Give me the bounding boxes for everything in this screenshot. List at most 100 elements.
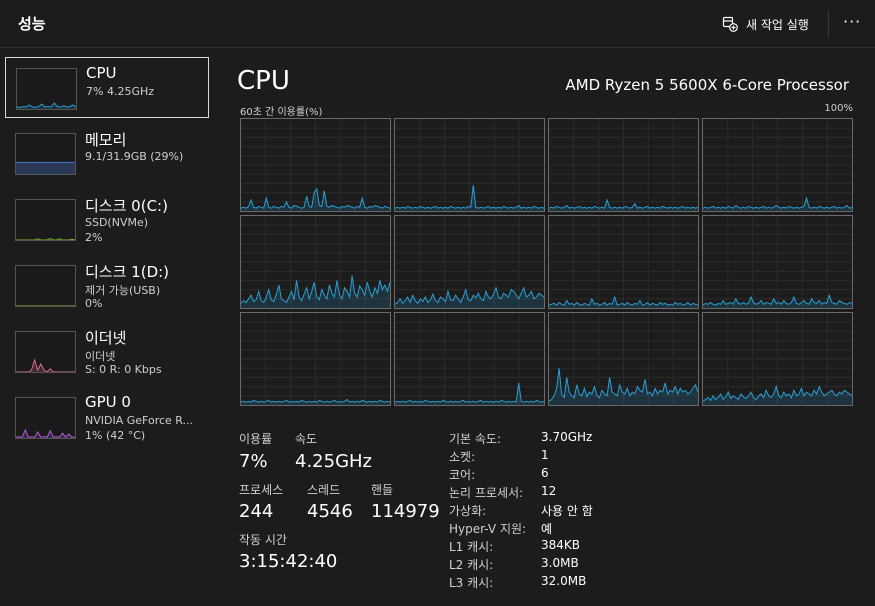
core-graph-6	[548, 215, 699, 309]
spec-label: 논리 프로세서:	[449, 486, 524, 500]
sidebar-item-cpu[interactable]: CPU 7% 4.25GHz	[5, 57, 209, 118]
processes-value: 244	[239, 501, 274, 522]
sidebar-item-memory[interactable]: 메모리 9.1/31.9GB (29%)	[5, 123, 209, 184]
spec-value: 1	[541, 448, 549, 462]
core-graph-svg	[549, 119, 698, 211]
spec-value: 384KB	[541, 538, 581, 552]
run-new-task-label: 새 작업 실행	[746, 17, 809, 32]
spec-value: 예	[541, 522, 553, 536]
title-bar: 성능 새 작업 실행 ···	[0, 0, 875, 48]
spec-label: 기본 속도:	[449, 432, 502, 446]
disk1-thumbnail-graph	[15, 265, 76, 307]
sidebar-item-value: S: 0 R: 0 Kbps	[85, 363, 162, 376]
usage-value: 7%	[239, 451, 268, 472]
uptime-value: 3:15:42:40	[239, 551, 338, 572]
processor-name: AMD Ryzen 5 5600X 6-Core Processor	[565, 76, 849, 94]
sidebar-spark	[16, 305, 75, 306]
sidebar-spark	[16, 428, 75, 438]
sidebar-item-value: 2%	[85, 231, 103, 244]
spec-label: 가상화:	[449, 504, 487, 518]
memory-thumbnail-graph	[15, 133, 76, 175]
core-graph-9	[394, 312, 545, 406]
spec-value: 사용 안 함	[541, 504, 593, 518]
uptime-label: 작동 시간	[239, 533, 287, 547]
core-graph-4	[240, 215, 391, 309]
core-graph-10	[548, 312, 699, 406]
new-task-icon	[722, 16, 738, 32]
gpu-thumbnail-graph	[15, 397, 76, 439]
core-graph-5	[394, 215, 545, 309]
sidebar-item-disk-0[interactable]: 디스크 0(C:) SSD(NVMe) 2%	[5, 189, 209, 250]
sidebar-item-name: 디스크 1(D:)	[85, 263, 170, 281]
graph-max-label: 100%	[824, 103, 853, 114]
threads-label: 스레드	[307, 483, 341, 497]
sidebar-spark	[16, 358, 75, 372]
sidebar: CPU 7% 4.25GHz 메모리 9.1/31.9GB (29%) 디스크 …	[0, 48, 214, 606]
sidebar-item-detail: 9.1/31.9GB (29%)	[85, 150, 184, 163]
threads-value: 4546	[307, 501, 353, 522]
usage-label: 이용률	[239, 432, 273, 446]
graph-label: 60초 간 이용률(%)	[240, 107, 323, 118]
speed-label: 속도	[295, 432, 318, 446]
run-new-task-button[interactable]: 새 작업 실행	[722, 13, 809, 35]
sidebar-item-value: 1% (42 °C)	[85, 429, 146, 442]
handles-label: 핸들	[371, 483, 394, 497]
core-graph-7	[702, 215, 853, 309]
sidebar-item-name: GPU 0	[85, 393, 131, 411]
sidebar-item-detail: 이더넷	[85, 350, 116, 363]
core-graph-svg	[395, 119, 544, 211]
sidebar-spark-line	[16, 358, 75, 372]
sidebar-item-name: 디스크 0(C:)	[85, 197, 168, 215]
core-graph-svg	[241, 119, 390, 211]
core-graph-svg	[703, 313, 852, 405]
core-graph-3	[702, 118, 853, 212]
ethernet-thumbnail-graph	[15, 331, 76, 373]
sidebar-item-gpu-0[interactable]: GPU 0 NVIDIA GeForce R... 1% (42 °C)	[5, 387, 209, 448]
core-graph-8	[240, 312, 391, 406]
sidebar-spark	[16, 237, 75, 240]
more-options-icon[interactable]: ···	[843, 12, 861, 31]
sidebar-item-detail: SSD(NVMe)	[85, 216, 149, 229]
core-graph-svg	[241, 313, 390, 405]
sidebar-item-detail: NVIDIA GeForce R...	[85, 414, 194, 427]
sidebar-item-detail: 7% 4.25GHz	[86, 85, 155, 98]
sidebar-spark	[16, 161, 75, 174]
core-graph-svg	[549, 313, 698, 405]
sidebar-spark-line	[16, 237, 75, 240]
spec-value: 6	[541, 466, 549, 480]
core-graph-0	[240, 118, 391, 212]
sidebar-spark	[17, 102, 76, 109]
core-graph-1	[394, 118, 545, 212]
section-title: CPU	[237, 66, 290, 96]
sidebar-item-ethernet[interactable]: 이더넷 이더넷 S: 0 R: 0 Kbps	[5, 321, 209, 382]
sidebar-item-value: 0%	[85, 297, 103, 310]
sidebar-spark-fill	[16, 162, 75, 174]
processes-label: 프로세스	[239, 483, 284, 497]
sidebar-spark-area	[17, 103, 76, 109]
core-graph-11	[702, 312, 853, 406]
page-title: 성능	[18, 15, 46, 33]
core-graph-svg	[395, 216, 544, 308]
sidebar-spark-area	[16, 360, 75, 372]
sidebar-item-detail: 제거 가능(USB)	[85, 284, 161, 297]
core-graph-svg	[241, 216, 390, 308]
core-graph-svg	[703, 119, 852, 211]
spec-label: 코어:	[449, 468, 476, 482]
sidebar-item-name: CPU	[86, 64, 117, 82]
spec-value: 12	[541, 484, 557, 498]
core-graph-2	[548, 118, 699, 212]
sidebar-item-name: 이더넷	[85, 329, 127, 347]
handles-value: 114979	[371, 501, 440, 522]
sidebar-item-disk-1[interactable]: 디스크 1(D:) 제거 가능(USB) 0%	[5, 255, 209, 316]
speed-value: 4.25GHz	[295, 451, 373, 472]
disk0-thumbnail-graph	[15, 199, 76, 241]
cpu-thumbnail-graph	[16, 68, 77, 110]
core-graph-svg	[395, 313, 544, 405]
sidebar-item-name: 메모리	[85, 131, 127, 149]
spec-value: 32.0MB	[541, 574, 587, 588]
core-graph-svg	[549, 216, 698, 308]
spec-value: 3.70GHz	[541, 430, 593, 444]
core-graph-svg	[703, 216, 852, 308]
sidebar-spark-line	[17, 102, 76, 108]
spec-label: 소켓:	[449, 450, 476, 464]
